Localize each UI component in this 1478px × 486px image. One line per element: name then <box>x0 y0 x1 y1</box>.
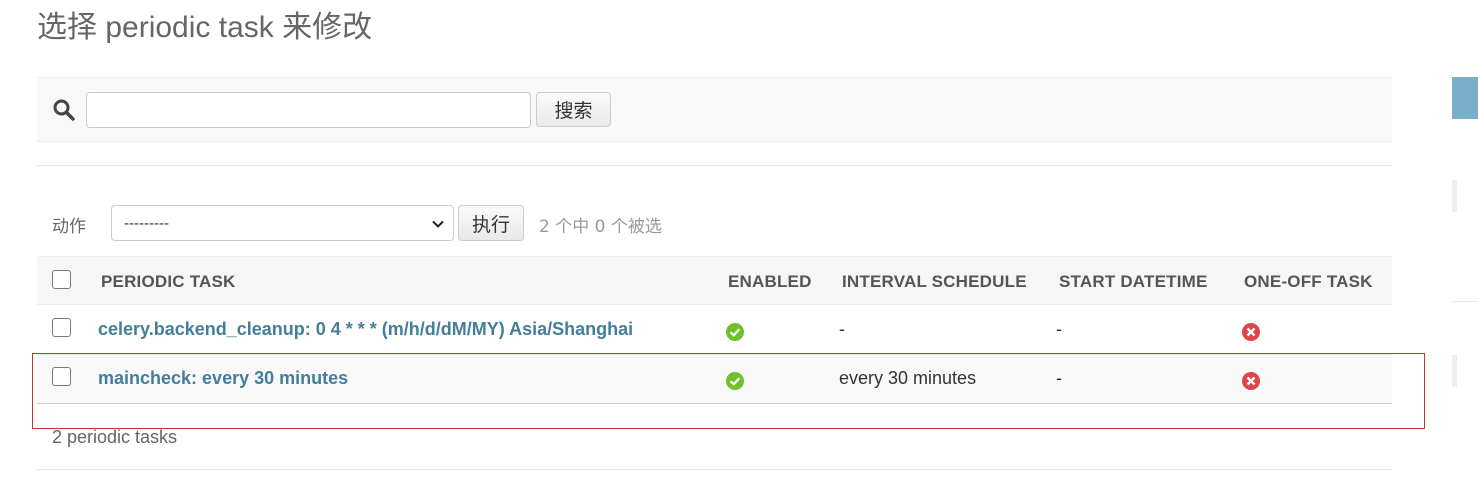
check-circle-icon <box>726 323 744 341</box>
x-circle-icon <box>1242 323 1260 341</box>
row-checkbox[interactable] <box>52 367 71 386</box>
table-header: PERIODIC TASK ENABLED INTERVAL SCHEDULE … <box>37 256 1392 305</box>
page-title: 选择 periodic task 来修改 <box>37 11 373 44</box>
filter-sidebar-item[interactable] <box>1452 355 1457 387</box>
column-header-enabled[interactable]: ENABLED <box>728 272 812 292</box>
column-header-periodic-task[interactable]: PERIODIC TASK <box>101 272 236 292</box>
actions-select[interactable]: --------- <box>111 205 454 241</box>
column-header-interval-schedule[interactable]: INTERVAL SCHEDULE <box>842 272 1027 292</box>
start-datetime-cell: - <box>1056 368 1062 388</box>
search-toolbar: 搜索 <box>37 77 1392 142</box>
paginator: 2 periodic tasks <box>52 427 178 447</box>
task-link[interactable]: maincheck: every 30 minutes <box>98 368 348 389</box>
interval-schedule-cell: every 30 minutes <box>839 368 977 388</box>
filter-sidebar <box>1452 77 1478 486</box>
column-header-one-off-task[interactable]: ONE-OFF TASK <box>1244 272 1373 292</box>
filter-sidebar-header <box>1452 77 1478 119</box>
table-row: maincheck: every 30 minutes every 30 min… <box>37 355 1392 404</box>
divider <box>37 165 1392 166</box>
table-row: celery.backend_cleanup: 0 4 * * * (m/h/d… <box>37 306 1392 355</box>
go-button[interactable]: 执行 <box>458 205 524 241</box>
chevron-down-icon <box>431 217 445 231</box>
task-link[interactable]: celery.backend_cleanup: 0 4 * * * (m/h/d… <box>98 319 633 340</box>
search-button[interactable]: 搜索 <box>536 92 611 127</box>
check-circle-icon <box>726 372 744 390</box>
selection-counter: 2 个中 0 个被选 <box>539 217 662 237</box>
select-all-checkbox[interactable] <box>52 270 71 289</box>
row-checkbox[interactable] <box>52 318 71 337</box>
actions-selected-option: --------- <box>124 214 169 232</box>
search-input[interactable] <box>86 92 531 128</box>
actions-label: 动作 <box>52 217 86 237</box>
search-icon <box>52 98 76 122</box>
start-datetime-cell: - <box>1056 319 1062 339</box>
column-header-start-datetime[interactable]: START DATETIME <box>1059 272 1208 292</box>
filter-sidebar-item[interactable] <box>1452 180 1457 212</box>
divider <box>1452 301 1478 302</box>
x-circle-icon <box>1242 372 1260 390</box>
divider <box>37 469 1392 470</box>
interval-schedule-cell: - <box>839 319 845 339</box>
